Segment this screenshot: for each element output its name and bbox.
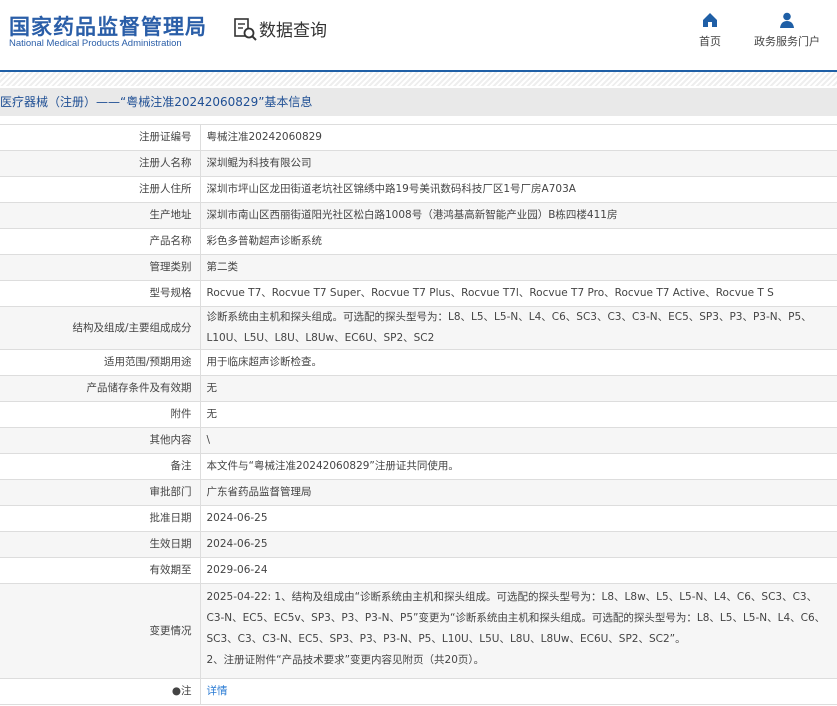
table-row: 其他内容 \ [0, 427, 837, 454]
change-text-2: 2、注册证附件“产品技术要求”变更内容见附页（共20页）。 [206, 654, 485, 666]
site-header: 国家药品监督管理局 National Medical Products Admi… [0, 0, 837, 72]
field-label: 注册证编号 [0, 124, 201, 151]
details-link[interactable]: 详情 [207, 685, 228, 697]
field-label: 生产地址 [0, 202, 201, 229]
table-row: 产品储存条件及有效期无 [0, 375, 837, 402]
registration-info-table: 注册证编号 粤械注准20242060829 注册人名称 深圳鲲为科技有限公司 注册人住所… [0, 124, 837, 705]
field-value: 广东省药品监督管理局 [200, 479, 837, 506]
table-row: 注册证编号 粤械注准20242060829 [0, 124, 837, 151]
field-value: 深圳鲲为科技有限公司 [200, 150, 837, 177]
breadcrumb: 医疗器械（注册）——“粤械注准20242060829”基本信息 [0, 88, 837, 116]
field-label: 管理类别 [0, 254, 201, 281]
field-label: 有效期至 [0, 557, 201, 584]
field-label: 型号规格 [0, 280, 201, 307]
data-query-title: 数据查询 [233, 16, 327, 41]
nav-home-label: 首页 [699, 35, 721, 48]
logo-subtitle: National Medical Products Administration [9, 38, 182, 49]
query-title-text: 数据查询 [259, 21, 327, 41]
table-row: 适用范围/预期用途 用于临床超声诊断检查。 [0, 349, 837, 376]
logo-title[interactable]: 国家药品监督管理局 [9, 11, 207, 41]
field-label: 其他内容 [0, 427, 201, 454]
nav-home[interactable]: 首页 [699, 12, 721, 49]
field-value: 彩色多普勒超声诊断系统 [200, 228, 837, 255]
table-row: 结构及组成/主要组成成分 诊断系统由主机和探头组成。可选配的探头型号为：L8、L5… [0, 306, 837, 350]
table-row: 备注 本文件与“粤械注准20242060829”注册证共同使用。 [0, 453, 837, 480]
field-value: \ [200, 427, 837, 454]
field-label: 附件 [0, 401, 201, 428]
nav-gov-service-portal[interactable]: 政务服务门户 [754, 12, 820, 49]
field-value: 无 [200, 375, 837, 402]
nav-portal-label: 政务服务门户 [754, 35, 820, 48]
table-row: 批准日期 2024-06-25 [0, 505, 837, 532]
table-row: 型号规格 Rocvue T7、Rocvue T7 Super、Rocvue T7 … [0, 280, 837, 307]
field-label: 适用范围/预期用途 [0, 349, 201, 376]
field-value: 诊断系统由主机和探头组成。可选配的探头型号为：L8、L5、L5-N、L4、C6、… [200, 306, 837, 350]
field-label: 产品名称 [0, 228, 201, 255]
table-row: 变更情况 2025-04-22: 1、结构及组成由“诊断系统由主机和探头组成。可选… [0, 583, 837, 679]
field-value: 深圳市南山区西丽街道阳光社区松白路1008号（港鸿基高新智能产业园）B栋四楼41… [200, 202, 837, 229]
field-value: 详情 [200, 678, 837, 705]
field-label: 批准日期 [0, 505, 201, 532]
field-label: ●注 [0, 678, 201, 705]
field-label: 产品储存条件及有效期 [0, 375, 201, 402]
field-value: 2024-06-25 [200, 531, 837, 558]
divider-stripe [0, 72, 837, 86]
change-text: 2025-04-22: 1、结构及组成由“诊断系统由主机和探头组成。可选配的探头… [206, 591, 826, 645]
field-label: 注册人住所 [0, 176, 201, 203]
table-row: 注册人住所 深圳市坪山区龙田街道老坑社区锦绣中路19号美讯数码科技厂区1号厂房A7… [0, 176, 837, 203]
table-row: ●注 详情 [0, 678, 837, 705]
field-value: 2024-06-25 [200, 505, 837, 532]
table-row: 产品名称 彩色多普勒超声诊断系统 [0, 228, 837, 255]
home-icon [703, 13, 717, 27]
user-icon [780, 12, 794, 28]
table-row: 生效日期 2024-06-25 [0, 531, 837, 558]
field-label: 生效日期 [0, 531, 201, 558]
document-search-icon [234, 17, 257, 41]
field-label: 备注 [0, 453, 201, 480]
field-value: 用于临床超声诊断检查。 [200, 349, 837, 376]
table-row: 有效期至 2029-06-24 [0, 557, 837, 584]
field-value: 2025-04-22: 1、结构及组成由“诊断系统由主机和探头组成。可选配的探头… [200, 583, 837, 679]
field-value: 本文件与“粤械注准20242060829”注册证共同使用。 [200, 453, 837, 480]
field-label: 注册人名称 [0, 150, 201, 177]
field-value: 第二类 [200, 254, 837, 281]
field-value: Rocvue T7、Rocvue T7 Super、Rocvue T7 Plus… [200, 280, 837, 307]
field-label: 变更情况 [0, 583, 201, 679]
table-row: 附件无 [0, 401, 837, 428]
field-label: 审批部门 [0, 479, 201, 506]
field-value: 2029-06-24 [200, 557, 837, 584]
field-value: 深圳市坪山区龙田街道老坑社区锦绣中路19号美讯数码科技厂区1号厂房A703A [200, 176, 837, 203]
table-row: 注册人名称 深圳鲲为科技有限公司 [0, 150, 837, 177]
table-row: 生产地址 深圳市南山区西丽街道阳光社区松白路1008号（港鸿基高新智能产业园）B栋… [0, 202, 837, 229]
field-value: 粤械注准20242060829 [200, 124, 837, 151]
field-value: 无 [200, 401, 837, 428]
field-label: 结构及组成/主要组成成分 [0, 306, 201, 350]
table-row: 审批部门 广东省药品监督管理局 [0, 479, 837, 506]
table-row: 管理类别 第二类 [0, 254, 837, 281]
